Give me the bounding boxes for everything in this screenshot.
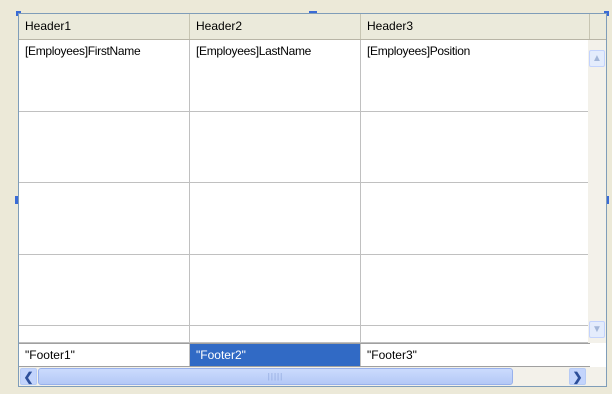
table-cell[interactable] — [361, 255, 590, 325]
table-cell[interactable]: [Employees]LastName — [190, 40, 361, 111]
table-cell[interactable] — [19, 183, 190, 254]
table-cell[interactable] — [19, 112, 190, 182]
table-cell[interactable] — [19, 326, 190, 342]
table-cell[interactable] — [361, 183, 590, 254]
table-cell[interactable]: [Employees]Position — [361, 40, 590, 111]
footer-row: "Footer1" "Footer2" "Footer3" — [19, 343, 590, 367]
header-cell-2[interactable]: Header2 — [190, 14, 361, 39]
footer-cell-2[interactable]: "Footer2" — [190, 344, 361, 366]
table-row — [19, 326, 590, 343]
detail-area: [Employees]FirstName [Employees]LastName… — [19, 40, 590, 355]
table-grid: Header1 Header2 Header3 [Employees]First… — [18, 13, 607, 387]
header-cell-3[interactable]: Header3 — [361, 14, 590, 39]
horizontal-scrollbar[interactable]: ❮ ||||| ❯ — [19, 367, 606, 386]
chevron-right-icon[interactable]: ❯ — [569, 368, 586, 385]
table-row — [19, 255, 590, 326]
chevron-left-icon[interactable]: ❮ — [20, 368, 37, 385]
table-row — [19, 183, 590, 255]
table-row — [19, 112, 590, 183]
scroll-thumb[interactable]: ||||| — [38, 368, 513, 385]
table-cell[interactable] — [190, 112, 361, 182]
table-cell[interactable] — [190, 183, 361, 254]
table-cell[interactable] — [190, 255, 361, 325]
table-cell[interactable] — [361, 112, 590, 182]
footer-cell-1[interactable]: "Footer1" — [19, 344, 190, 366]
footer-cell-3[interactable]: "Footer3" — [361, 344, 590, 366]
header-row: Header1 Header2 Header3 — [19, 14, 606, 40]
chevron-down-icon[interactable]: ▼ — [589, 321, 605, 338]
table-cell[interactable] — [361, 326, 590, 342]
designer-surface: Header1 Header2 Header3 [Employees]First… — [0, 0, 612, 394]
table-cell[interactable]: [Employees]FirstName — [19, 40, 190, 111]
header-cell-1[interactable]: Header1 — [19, 14, 190, 39]
table-cell[interactable] — [19, 255, 190, 325]
vertical-scrollbar[interactable]: ▲ ▼ — [588, 40, 606, 343]
chevron-up-icon[interactable]: ▲ — [589, 50, 605, 67]
table-row: [Employees]FirstName [Employees]LastName… — [19, 40, 590, 112]
table-cell[interactable] — [190, 326, 361, 342]
